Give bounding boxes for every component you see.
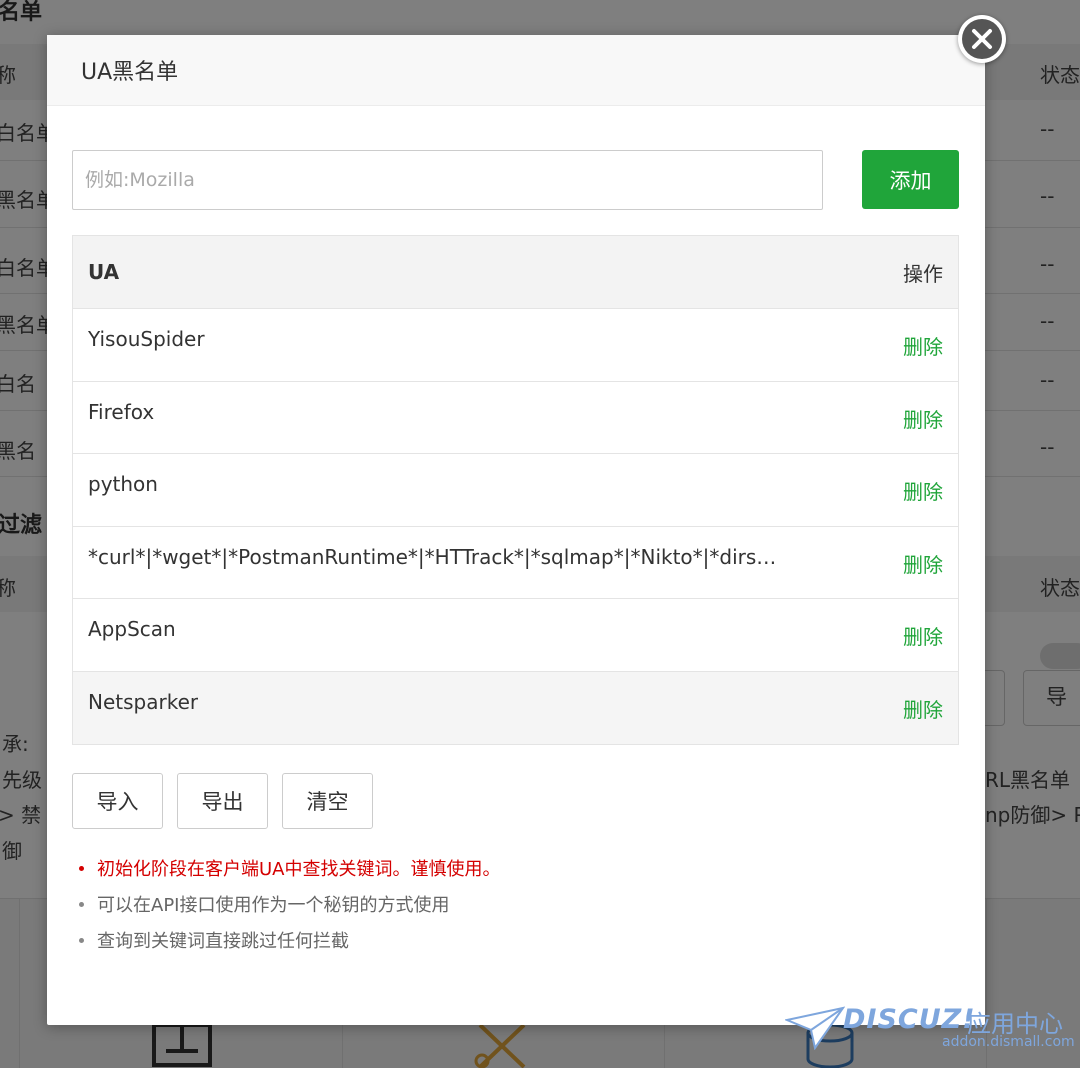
delete-link[interactable]: 删除 [903,599,943,671]
clear-button[interactable]: 清空 [282,773,373,829]
delete-link[interactable]: 删除 [903,309,943,381]
column-header-action: 操作 [903,261,943,286]
action-button-group: 导入 导出 清空 [72,773,373,829]
dialog-title: UA黑名单 [81,60,179,85]
ua-cell: YisouSpider [88,327,205,351]
close-icon [972,29,992,49]
ua-cell: Netsparker [88,689,199,714]
ua-cell: python [88,472,158,496]
delete-link[interactable]: 删除 [903,672,943,745]
ua-input[interactable] [72,150,823,210]
ua-cell: *curl*|*wget*|*PostmanRuntime*|*HTTrack*… [88,544,788,569]
table-row: python 删除 [73,454,958,527]
table-row: AppScan 删除 [73,599,958,672]
column-header-ua: UA [88,260,120,284]
add-button[interactable]: 添加 [862,150,959,209]
dialog-header: UA黑名单 [47,35,985,106]
export-button[interactable]: 导出 [177,773,268,829]
bullet-icon [79,901,84,907]
table-row: *curl*|*wget*|*PostmanRuntime*|*HTTrack*… [73,527,958,599]
ua-table: UA 操作 YisouSpider 删除 Firefox 删除 python 删… [72,235,959,745]
close-button[interactable] [958,15,1006,63]
table-row: YisouSpider 删除 [73,309,958,382]
bullet-icon [79,937,84,943]
bullet-icon [79,865,84,871]
delete-link[interactable]: 删除 [903,382,943,454]
tips-list: 初始化阶段在客户端UA中查找关键词。谨慎使用。 可以在API接口使用作为一个秘钥… [79,850,501,958]
table-row: Firefox 删除 [73,382,958,454]
delete-link[interactable]: 删除 [903,454,943,526]
delete-link[interactable]: 删除 [903,527,943,599]
table-header: UA 操作 [73,236,958,309]
ua-cell: AppScan [88,617,176,641]
discuz-logo-text: DISCUZ! [843,1004,976,1035]
ua-blacklist-dialog: UA黑名单 添加 UA 操作 YisouSpider 删除 Firefox 删除… [47,35,985,1025]
ua-cell: Firefox [88,399,155,424]
watermark-url: addon.dismall.com [942,1034,1075,1050]
tip-item: 可以在API接口使用作为一个秘钥的方式使用 [79,886,501,922]
tip-item: 查询到关键词直接跳过任何拦截 [79,922,501,958]
tip-item: 初始化阶段在客户端UA中查找关键词。谨慎使用。 [79,850,501,886]
discuz-watermark: DISCUZ! 应用中心 addon.dismall.com [785,1000,1075,1060]
paper-plane-icon [785,1006,845,1050]
table-row: Netsparker 删除 [73,671,958,745]
import-button[interactable]: 导入 [72,773,163,829]
